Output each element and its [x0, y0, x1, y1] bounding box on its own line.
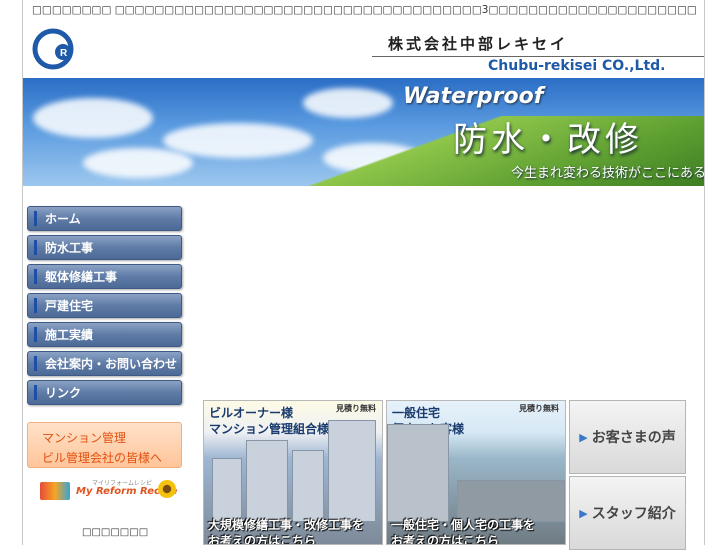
nav-item-label: ホーム	[45, 212, 81, 226]
sidebar-footer-text: □□□□□□□	[82, 527, 149, 538]
cloud	[33, 98, 153, 138]
building-image	[292, 450, 324, 522]
promo-footer-line2: お考えの方はこちら	[208, 534, 317, 545]
promo-footer-line1: 大規模修繕工事・改修工事を	[208, 518, 365, 532]
divider	[372, 56, 704, 57]
nav-marker	[34, 327, 37, 342]
nav-item-label: リンク	[45, 386, 82, 400]
promo-footer: 大規模修繕工事・改修工事を お考えの方はこちら	[208, 517, 365, 545]
company-name-en: Chubu-rekisei CO.,Ltd.	[488, 58, 666, 74]
nav-marker	[34, 269, 37, 284]
cloud	[303, 88, 393, 118]
company-logo-icon[interactable]: R	[32, 28, 74, 70]
company-name-jp: 株式会社中部レキセイ	[388, 35, 569, 53]
banner-title-jp: 防水・改修	[453, 120, 643, 160]
nav-item-works[interactable]: 施工実績	[27, 322, 182, 347]
sunflower-icon	[158, 480, 176, 498]
header-description: □□□□□□□□ □□□□□□□□□□□□□□□□□□□□□□□□□□□□□□□…	[32, 4, 697, 16]
nav-item-home[interactable]: ホーム	[27, 206, 182, 231]
sidebar-nav: ホーム 防水工事 躯体修繕工事 戸建住宅 施工実績 会社案内・お問い合わせ リン…	[27, 206, 182, 409]
nav-marker	[34, 298, 37, 313]
staff-intro-label: スタッフ紹介	[591, 506, 676, 522]
nav-item-links[interactable]: リンク	[27, 380, 182, 405]
promo-heading: ビルオーナー様 マンション管理組合様	[209, 405, 329, 437]
promo-heading-line1: ビルオーナー様	[209, 406, 294, 420]
house-wall-image	[387, 424, 449, 522]
mansion-line2: ビル管理会社の皆様へ	[42, 451, 163, 465]
nav-item-detached-house[interactable]: 戸建住宅	[27, 293, 182, 318]
mansion-line1: マンション管理	[42, 431, 127, 445]
promo-heading-line2: マンション管理組合様	[209, 422, 330, 436]
svg-text:R: R	[60, 48, 68, 59]
nav-item-label: 戸建住宅	[45, 299, 94, 313]
nav-marker	[34, 211, 37, 226]
balcony-image	[457, 480, 565, 522]
building-image	[246, 440, 288, 522]
nav-item-structural-repair[interactable]: 躯体修繕工事	[27, 264, 182, 289]
nav-marker	[34, 240, 37, 255]
nav-item-label: 防水工事	[45, 241, 94, 255]
house-icon	[40, 482, 70, 500]
promo-heading-line1: 一般住宅	[392, 406, 441, 420]
promo-building-owner[interactable]: ビルオーナー様 マンション管理組合様 見積り無料 大規模修繕工事・改修工事を お…	[203, 400, 383, 545]
reform-recipe-banner[interactable]: マイリフォームレシピ My Reform Recipe	[36, 477, 178, 503]
banner-tagline: 今生まれ変わる技術がここにある	[511, 166, 704, 181]
cloud	[83, 148, 193, 178]
nav-item-label: 会社案内・お問い合わせ	[45, 357, 178, 371]
promo-footer-line1: 一般住宅・個人宅の工事を	[391, 518, 536, 532]
building-image	[212, 458, 242, 522]
nav-item-label: 施工実績	[45, 328, 94, 342]
promo-private-house[interactable]: 一般住宅 個人のお客様 見積り無料 一般住宅・個人宅の工事を お考えの方はこちら	[386, 400, 566, 545]
nav-item-label: 躯体修繕工事	[45, 270, 118, 284]
building-image	[328, 420, 376, 522]
nav-item-waterproofing[interactable]: 防水工事	[27, 235, 182, 260]
customer-voice-label: お客さまの声	[591, 430, 676, 446]
staff-intro-button[interactable]: ▶ スタッフ紹介	[569, 476, 686, 550]
nav-marker	[34, 385, 37, 400]
promo-footer-line2: お考えの方はこちら	[391, 534, 500, 545]
triangle-right-icon: ▶	[579, 430, 588, 444]
nav-item-company-contact[interactable]: 会社案内・お問い合わせ	[27, 351, 182, 376]
banner-title-en: Waterproof	[403, 84, 544, 109]
mansion-management-banner[interactable]: マンション管理 ビル管理会社の皆様へ	[27, 422, 182, 468]
free-estimate-badge: 見積り無料	[519, 404, 559, 413]
promo-footer: 一般住宅・個人宅の工事を お考えの方はこちら	[391, 517, 536, 545]
nav-marker	[34, 356, 37, 371]
triangle-right-icon: ▶	[579, 506, 588, 520]
customer-voice-button[interactable]: ▶ お客さまの声	[569, 400, 686, 474]
hero-banner: Waterproof 防水・改修 今生まれ変わる技術がここにある	[23, 78, 704, 186]
free-estimate-badge: 見積り無料	[336, 404, 376, 413]
